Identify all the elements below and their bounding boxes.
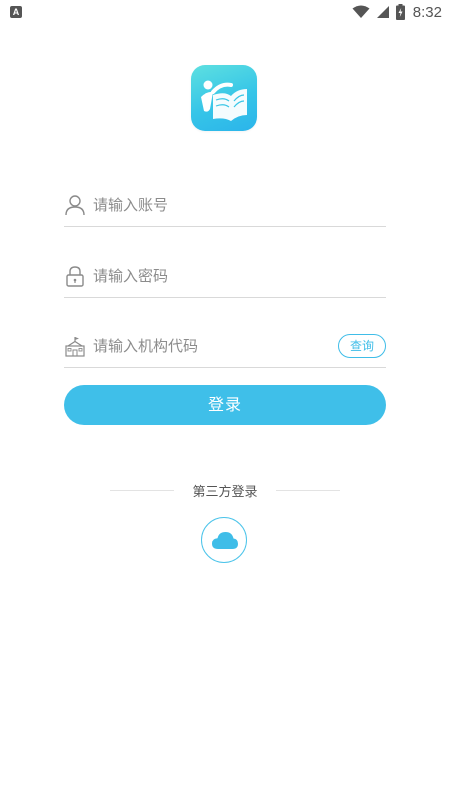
status-icons: 8:32 <box>352 2 442 22</box>
divider-right <box>276 490 340 491</box>
cell-signal-icon <box>376 6 389 18</box>
org-code-input[interactable] <box>93 333 333 359</box>
third-party-login-label: 第三方登录 <box>192 485 258 500</box>
account-input[interactable] <box>93 192 333 218</box>
lock-icon <box>66 266 84 287</box>
org-code-field: 查询 <box>64 327 386 368</box>
cloud-login-button[interactable] <box>201 517 247 563</box>
user-icon <box>65 195 85 216</box>
password-input[interactable] <box>93 263 333 289</box>
query-button[interactable]: 查询 <box>338 334 386 358</box>
school-building-icon <box>65 337 85 357</box>
notification-a-icon: A <box>10 6 22 18</box>
divider-left <box>110 490 174 491</box>
cloud-icon <box>212 532 238 549</box>
password-field <box>64 257 386 298</box>
battery-charging-icon <box>395 4 405 20</box>
account-field <box>64 186 386 227</box>
app-logo-book-icon <box>201 80 247 121</box>
app-logo <box>191 65 257 131</box>
login-button[interactable]: 登录 <box>64 385 386 425</box>
status-time: 8:32 <box>412 3 442 21</box>
wifi-icon <box>352 5 370 18</box>
status-bar: A 8:32 <box>0 0 450 24</box>
